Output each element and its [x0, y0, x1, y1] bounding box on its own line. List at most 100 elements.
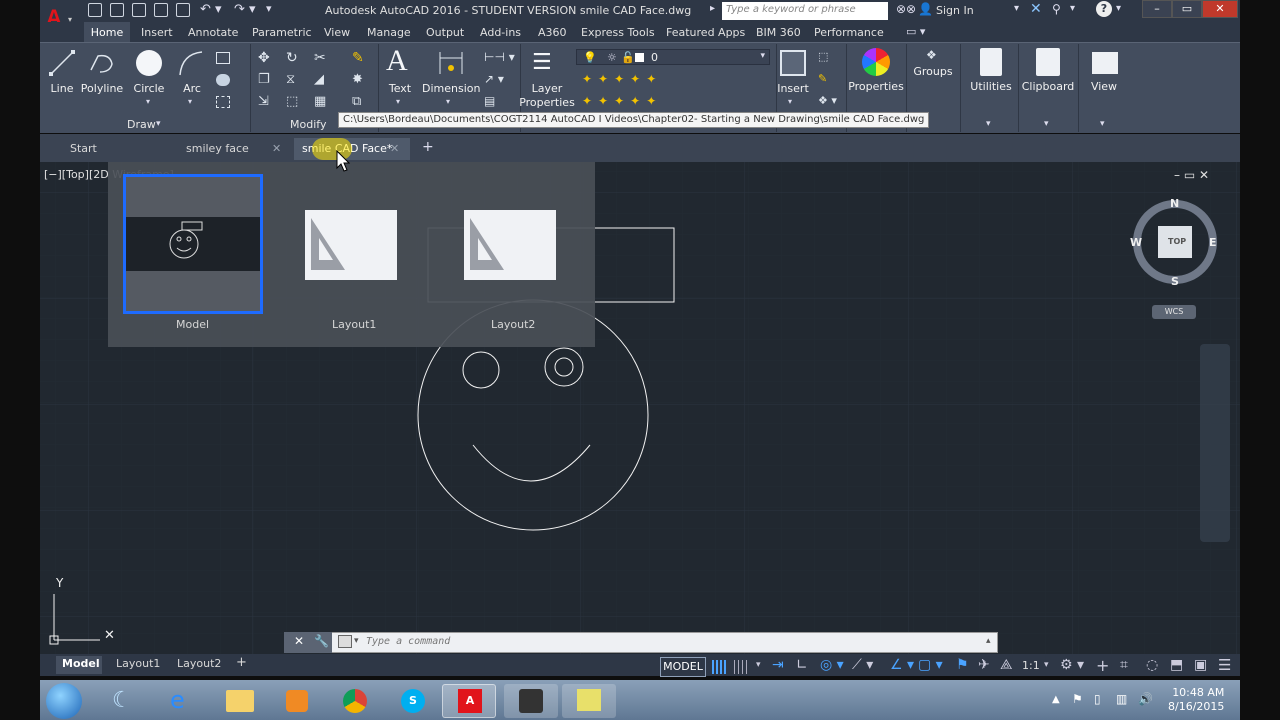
- view-icon[interactable]: [1092, 52, 1118, 74]
- taskbar-media-player[interactable]: [270, 684, 324, 718]
- plus-icon[interactable]: +: [1096, 656, 1109, 675]
- clipboard-panel-label[interactable]: Clipboard: [1020, 80, 1076, 93]
- tab-annotate[interactable]: Annotate: [188, 26, 238, 39]
- viewcube-south[interactable]: S: [1171, 275, 1179, 288]
- insert-dropdown-icon[interactable]: ▾: [788, 97, 792, 106]
- polar-tracking-icon[interactable]: ◎ ▾: [820, 657, 844, 673]
- search-expand-icon[interactable]: ▸: [710, 3, 715, 14]
- dimension-icon[interactable]: [436, 48, 466, 78]
- qat-customize-icon[interactable]: ▾: [266, 2, 272, 15]
- move-icon[interactable]: ✥: [258, 50, 270, 66]
- table-icon[interactable]: ▤: [484, 94, 495, 108]
- redo-icon[interactable]: ↷ ▾: [234, 2, 256, 17]
- taskbar-autocad[interactable]: A: [442, 684, 496, 718]
- dimension-tool-label[interactable]: Dimension: [422, 82, 480, 95]
- edit-attributes-icon[interactable]: ❖ ▾: [818, 94, 837, 107]
- power-icon[interactable]: ▯: [1094, 692, 1101, 706]
- layout1-thumbnail[interactable]: [305, 210, 397, 280]
- arc-icon[interactable]: [176, 48, 206, 78]
- customization-menu-icon[interactable]: ☰: [1218, 656, 1231, 674]
- copy-icon[interactable]: ❐: [258, 72, 270, 87]
- viewcube-west[interactable]: W: [1130, 236, 1142, 249]
- groups-panel-label[interactable]: Groups: [912, 65, 954, 78]
- file-tab-smiley-face[interactable]: smiley face: [178, 140, 257, 158]
- navigation-bar[interactable]: [1200, 344, 1230, 542]
- properties-color-wheel-icon[interactable]: [862, 48, 890, 76]
- tab-output[interactable]: Output: [426, 26, 464, 39]
- command-input[interactable]: Type a command: [366, 636, 450, 647]
- viewcube-north[interactable]: N: [1170, 197, 1179, 210]
- object-snap-tracking-icon[interactable]: ∠ ▾: [890, 657, 914, 673]
- tab-insert[interactable]: Insert: [141, 26, 173, 39]
- layer-properties-label-line1[interactable]: Layer: [526, 82, 568, 95]
- tab-a360[interactable]: A360: [538, 26, 567, 39]
- tab-performance[interactable]: Performance: [814, 26, 884, 39]
- isolate-objects-icon[interactable]: ◌: [1146, 657, 1158, 673]
- sign-in-link[interactable]: Sign In: [936, 4, 974, 17]
- tab-parametric[interactable]: Parametric: [252, 26, 312, 39]
- taskbar-app-1[interactable]: ☾: [96, 684, 150, 718]
- clean-screen-icon[interactable]: ▣: [1194, 657, 1207, 673]
- hatch-icon[interactable]: [216, 74, 230, 86]
- help-dropdown-icon[interactable]: ▾: [1116, 3, 1121, 14]
- viewport-window-controls[interactable]: – ▭ ✕: [1174, 168, 1209, 182]
- network-icon[interactable]: ▥: [1116, 692, 1127, 706]
- line-tool-label[interactable]: Line: [46, 82, 78, 95]
- tab-home[interactable]: Home: [84, 22, 130, 42]
- layout2-preview-label[interactable]: Layout2: [491, 318, 535, 331]
- offset-icon[interactable]: ⧉: [352, 94, 361, 109]
- tab-featured-apps[interactable]: Featured Apps: [666, 26, 745, 39]
- tab-bim-360[interactable]: BIM 360: [756, 26, 801, 39]
- view-panel-label[interactable]: View: [1086, 80, 1122, 93]
- close-tab-icon[interactable]: ✕: [390, 142, 399, 155]
- erase-icon[interactable]: ✎: [352, 50, 364, 66]
- wcs-menu[interactable]: WCS: [1152, 305, 1196, 319]
- scale-icon[interactable]: ⬚: [286, 94, 298, 109]
- search-input[interactable]: Type a keyword or phrase: [722, 2, 888, 20]
- taskbar-internet-explorer[interactable]: e: [154, 684, 208, 718]
- layer-properties-label-line2[interactable]: Properties: [516, 96, 578, 109]
- layout1-preview-label[interactable]: Layout1: [332, 318, 376, 331]
- insert-block-icon[interactable]: [780, 50, 806, 76]
- explode-icon[interactable]: ✸: [352, 72, 363, 87]
- tab-view[interactable]: View: [324, 26, 350, 39]
- text-icon[interactable]: A: [386, 44, 408, 78]
- model-preview-label[interactable]: Model: [176, 318, 209, 331]
- mirror-icon[interactable]: ⧖: [286, 72, 295, 87]
- edit-block-icon[interactable]: ✎: [818, 72, 827, 85]
- layout2-thumbnail[interactable]: [464, 210, 556, 280]
- object-snap-icon[interactable]: ▢ ▾: [918, 657, 943, 673]
- file-tab-start[interactable]: Start: [62, 140, 105, 158]
- action-center-icon[interactable]: ⚑: [1072, 692, 1083, 706]
- new-layout-plus-icon[interactable]: +: [236, 655, 247, 670]
- save-as-icon[interactable]: [154, 3, 168, 17]
- calculator-icon[interactable]: [980, 48, 1002, 76]
- circle-tool-label[interactable]: Circle: [130, 82, 168, 95]
- workspace-gear-icon[interactable]: ⚙ ▾: [1060, 657, 1084, 673]
- boundary-icon[interactable]: [216, 96, 230, 108]
- new-file-icon[interactable]: [88, 3, 102, 17]
- show-hidden-icons[interactable]: ▲: [1052, 694, 1060, 705]
- polyline-tool-label[interactable]: Polyline: [80, 82, 124, 95]
- taskbar-file-explorer[interactable]: [212, 684, 266, 718]
- close-button[interactable]: ✕: [1202, 0, 1238, 18]
- ortho-icon[interactable]: ∟: [796, 657, 808, 673]
- plot-icon[interactable]: [176, 3, 190, 17]
- grid-display-icon[interactable]: [712, 660, 728, 674]
- wrench-icon[interactable]: 🔧: [314, 634, 329, 648]
- close-command-icon[interactable]: ✕: [294, 634, 304, 648]
- circle-dropdown-icon[interactable]: ▾: [146, 97, 150, 106]
- view-dropdown-icon[interactable]: ▾: [1100, 119, 1105, 129]
- tab-express-tools[interactable]: Express Tools: [581, 26, 655, 39]
- binoculars-icon[interactable]: ⊗⊗: [896, 2, 916, 16]
- annotation-scale-icon[interactable]: ⟁: [1000, 657, 1013, 673]
- command-history-icon[interactable]: ▴: [986, 636, 991, 646]
- properties-panel-label[interactable]: Properties: [848, 80, 904, 93]
- stretch-icon[interactable]: ⇲: [258, 94, 269, 109]
- maximize-button[interactable]: ▭: [1172, 0, 1202, 18]
- layout-tab-model[interactable]: Model: [62, 657, 100, 670]
- circle-icon[interactable]: [136, 50, 162, 76]
- linear-dimension-icon[interactable]: ⊢⊣ ▾: [484, 50, 515, 64]
- draw-panel-expand-icon[interactable]: ▾: [156, 119, 161, 129]
- taskbar-skype[interactable]: S: [386, 684, 440, 718]
